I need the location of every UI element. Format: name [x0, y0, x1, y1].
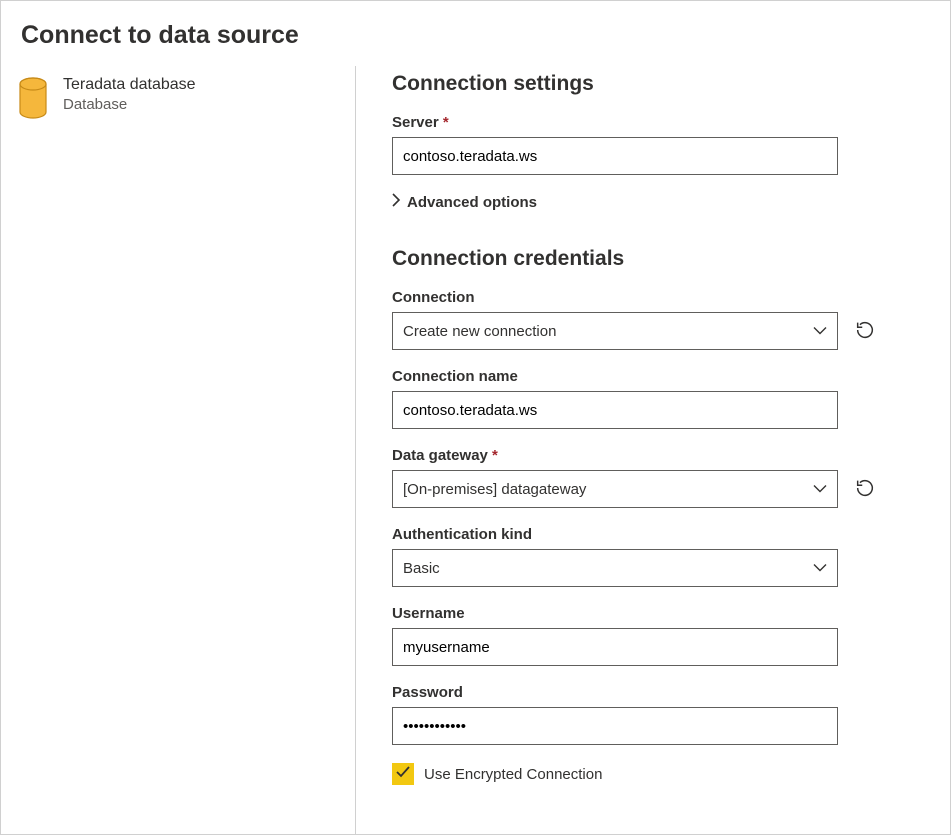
connection-select[interactable]: Create new connection [392, 312, 838, 350]
required-asterisk: * [492, 447, 498, 464]
use-encrypted-row: Use Encrypted Connection [392, 763, 914, 785]
auth-kind-field: Authentication kind Basic [392, 526, 914, 587]
chevron-down-icon [813, 481, 827, 498]
connection-settings-heading: Connection settings [392, 72, 914, 96]
username-field: Username [392, 605, 914, 666]
refresh-icon [854, 319, 876, 344]
server-field: Server * [392, 114, 914, 175]
advanced-options-toggle[interactable]: Advanced options [392, 193, 914, 211]
use-encrypted-checkbox[interactable] [392, 763, 414, 785]
dialog-title: Connect to data source [1, 1, 950, 66]
connection-refresh-button[interactable] [850, 316, 880, 346]
datasource-text: Teradata database Database [63, 76, 196, 113]
connection-name-label: Connection name [392, 368, 914, 385]
connection-name-input[interactable] [392, 391, 838, 429]
data-gateway-field: Data gateway * [On-premises] datagateway [392, 447, 914, 508]
username-input[interactable] [392, 628, 838, 666]
server-label: Server * [392, 114, 914, 131]
connect-dialog: Connect to data source Teradata database… [0, 0, 951, 835]
username-label: Username [392, 605, 914, 622]
datasource-name: Teradata database [63, 76, 196, 94]
server-input[interactable] [392, 137, 838, 175]
connection-name-field: Connection name [392, 368, 914, 429]
password-label: Password [392, 684, 914, 701]
form-panel: Connection settings Server * Advanced op… [356, 66, 950, 834]
password-field: Password [392, 684, 914, 745]
database-icon [17, 76, 49, 120]
datasource-panel: Teradata database Database [1, 66, 356, 834]
data-gateway-select-value: [On-premises] datagateway [403, 481, 586, 498]
use-encrypted-label: Use Encrypted Connection [424, 766, 602, 783]
datasource-item[interactable]: Teradata database Database [17, 76, 339, 120]
gateway-refresh-button[interactable] [850, 474, 880, 504]
password-input[interactable] [392, 707, 838, 745]
data-gateway-label: Data gateway * [392, 447, 914, 464]
refresh-icon [854, 477, 876, 502]
checkmark-icon [396, 765, 410, 783]
chevron-right-icon [392, 193, 401, 211]
auth-kind-select[interactable]: Basic [392, 549, 838, 587]
connection-label: Connection [392, 289, 914, 306]
advanced-options-label: Advanced options [407, 194, 537, 211]
dialog-body: Teradata database Database Connection se… [1, 66, 950, 834]
chevron-down-icon [813, 323, 827, 340]
required-asterisk: * [443, 114, 449, 131]
datasource-type: Database [63, 96, 196, 113]
auth-kind-select-value: Basic [403, 560, 440, 577]
connection-select-value: Create new connection [403, 323, 556, 340]
connection-field: Connection Create new connection [392, 289, 914, 350]
chevron-down-icon [813, 560, 827, 577]
auth-kind-label: Authentication kind [392, 526, 914, 543]
connection-credentials-heading: Connection credentials [392, 247, 914, 271]
data-gateway-select[interactable]: [On-premises] datagateway [392, 470, 838, 508]
